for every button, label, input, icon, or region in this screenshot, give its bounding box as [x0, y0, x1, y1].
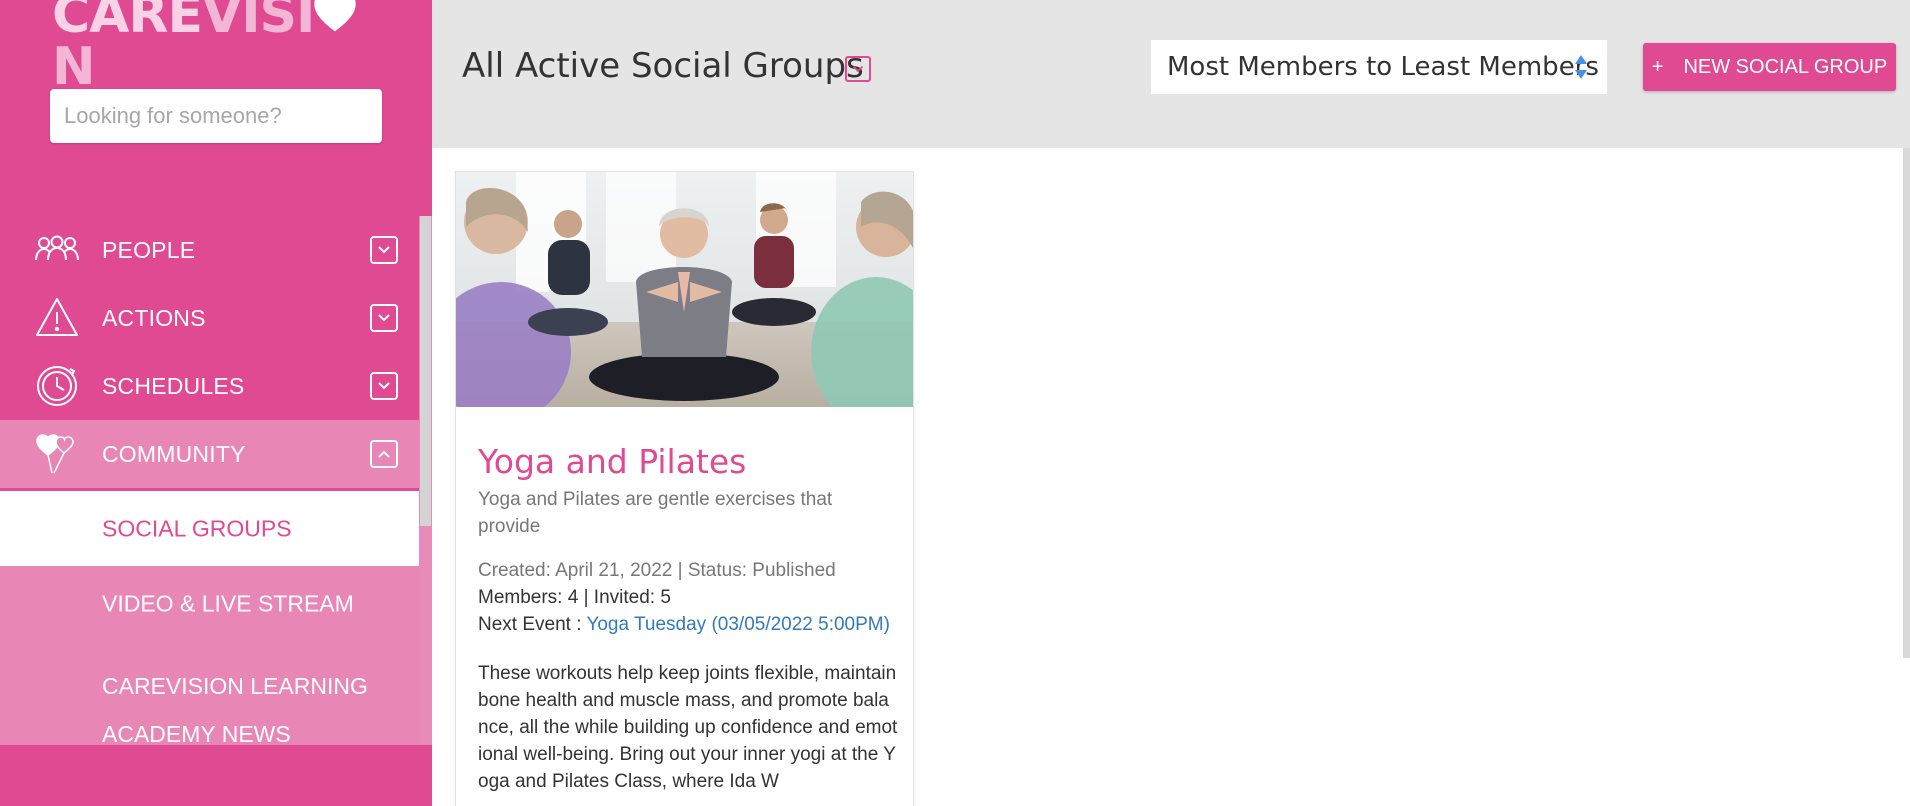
clock-icon [37, 366, 77, 406]
next-event-link[interactable]: Yoga Tuesday (03/05/2022 5:00PM) [586, 614, 890, 635]
card-next-event: Next Event : Yoga Tuesday (03/05/2022 5:… [478, 611, 898, 638]
sidebar-item-social-groups[interactable]: SOCIAL GROUPS [0, 491, 432, 566]
nav-label-actions: ACTIONS [102, 304, 206, 331]
nav-item-people[interactable]: PEOPLE [0, 216, 432, 284]
main-scrollbar[interactable] [1903, 148, 1910, 658]
new-social-group-label: NEW SOCIAL GROUP [1683, 55, 1888, 78]
sidebar-item-video-live-stream[interactable]: VIDEO & LIVE STREAM [0, 566, 432, 642]
next-event-label: Next Event : [478, 613, 587, 635]
card-body: Yoga and Pilates Yoga and Pilates are ge… [478, 442, 898, 795]
logo-text-visi: VISI [201, 0, 315, 45]
card-long-description: These workouts help keep joints flexible… [478, 662, 898, 792]
sort-select-value: Most Members to Least Members [1167, 52, 1599, 82]
logo-text-n: N [52, 37, 96, 97]
nav-label-schedules: SCHEDULES [102, 372, 245, 399]
main-nav: PEOPLE ACTIONS SCHEDULES COMMUNITY [0, 216, 432, 488]
plus-icon: + [1651, 55, 1664, 78]
nav-label-people: PEOPLE [102, 236, 196, 263]
social-group-card[interactable]: Yoga and Pilates Yoga and Pilates are ge… [455, 171, 914, 806]
chevron-down-icon[interactable] [370, 236, 398, 264]
sidebar-item-label: SOCIAL GROUPS [102, 515, 292, 541]
sidebar-scrollbar[interactable] [419, 216, 432, 744]
sort-select[interactable]: Most Members to Least Members [1151, 40, 1607, 94]
nav-label-community: COMMUNITY [102, 440, 246, 467]
warning-icon [36, 298, 78, 336]
nav-item-actions[interactable]: ACTIONS [0, 284, 432, 352]
title-dropdown-button[interactable] [845, 56, 871, 82]
page-title: All Active Social Groups [462, 46, 864, 86]
logo-wordmark: CAREVISIN [52, 0, 382, 93]
chevron-up-icon[interactable] [370, 440, 398, 468]
card-members-count: Members: 4 | Invited: 5 [478, 586, 671, 608]
heart-balloons-icon [36, 434, 74, 474]
nav-item-community[interactable]: COMMUNITY [0, 420, 432, 488]
sort-arrows-icon [1575, 55, 1587, 79]
social-group-image[interactable] [456, 172, 913, 407]
sidebar-item-label: VIDEO & LIVE STREAM [102, 590, 354, 617]
sidebar-item-label: CAREVISION LEARNING ACADEMY NEWS [102, 673, 368, 747]
sidebar-scrollbar-thumb[interactable] [420, 216, 431, 526]
heart-logo-icon [314, 0, 357, 32]
chevron-down-icon [852, 65, 864, 73]
card-created-status: Created: April 21, 2022 | Status: Publis… [478, 559, 836, 581]
sidebar-item-learning-academy-news[interactable]: CAREVISION LEARNING ACADEMY NEWS [0, 642, 432, 747]
card-description: Yoga and Pilates are gentle exercises th… [478, 488, 833, 537]
nav-item-schedules[interactable]: SCHEDULES [0, 352, 432, 420]
carevision-logo[interactable]: CAREVISIN [52, 0, 382, 93]
search-input[interactable] [50, 89, 382, 143]
people-icon [35, 235, 79, 261]
new-social-group-button[interactable]: + NEW SOCIAL GROUP [1643, 43, 1896, 91]
sidebar: CAREVISIN PEOPLE ACTIONS [0, 0, 432, 806]
card-title[interactable]: Yoga and Pilates [478, 442, 898, 482]
chevron-down-icon[interactable] [370, 372, 398, 400]
page-header: All Active Social Groups Most Members to… [432, 0, 1910, 148]
yoga-class-photo [456, 172, 913, 407]
chevron-down-icon[interactable] [370, 304, 398, 332]
